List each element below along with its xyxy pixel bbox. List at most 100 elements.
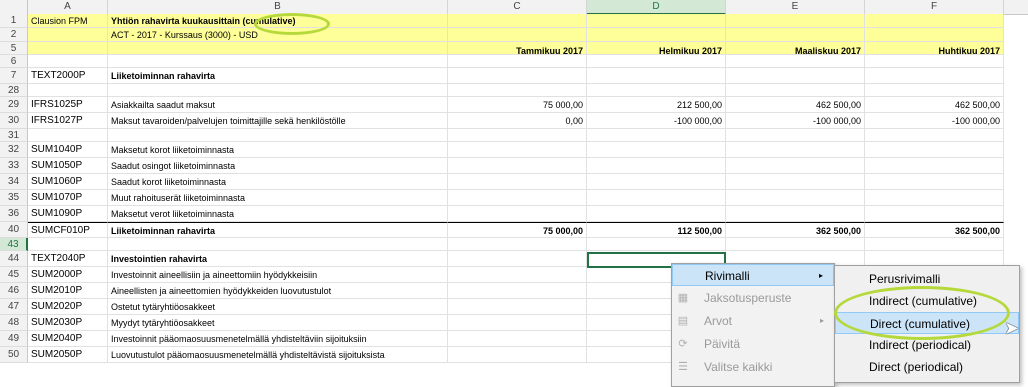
cell-e[interactable]: 362 500,00 [726, 222, 865, 238]
cell-f[interactable] [865, 55, 1004, 68]
cell-a[interactable]: SUM2000P [28, 267, 108, 283]
cell-b[interactable]: Liiketoiminnan rahavirta [108, 68, 448, 84]
cell-f[interactable]: -100 000,00 [865, 113, 1004, 129]
cell-b[interactable] [108, 129, 448, 142]
cell-e[interactable] [726, 28, 865, 42]
cell-d[interactable] [587, 238, 726, 251]
cell-f[interactable]: 362 500,00 [865, 222, 1004, 238]
column-header-d[interactable]: D [587, 0, 726, 15]
cell-e[interactable] [726, 238, 865, 251]
cell-d[interactable] [587, 28, 726, 42]
cell-a[interactable] [28, 55, 108, 68]
row-number[interactable]: 43 [0, 238, 28, 251]
cell-a[interactable]: SUM1060P [28, 174, 108, 190]
cell-e[interactable] [726, 14, 865, 28]
cell-b[interactable]: Investoinnit aineellisiin ja aineettomii… [108, 267, 448, 283]
cell-f[interactable] [865, 142, 1004, 158]
row-number[interactable]: 7 [0, 68, 28, 84]
row-number[interactable]: 50 [0, 347, 28, 363]
cell-a[interactable]: SUMCF010P [28, 222, 108, 238]
cell-f[interactable] [865, 190, 1004, 206]
cell-f[interactable] [865, 206, 1004, 222]
cell-c[interactable] [448, 129, 587, 142]
cell-c[interactable] [448, 142, 587, 158]
column-header-e[interactable]: E [726, 0, 865, 14]
row-number[interactable]: 47 [0, 299, 28, 315]
cell-b[interactable]: Myydyt tytäryhtiöosakkeet [108, 315, 448, 331]
cell-e[interactable] [726, 68, 865, 84]
cell-c[interactable]: 75 000,00 [448, 222, 587, 238]
column-header-f[interactable]: F [865, 0, 1004, 14]
cell-c[interactable] [448, 158, 587, 174]
cell-b[interactable]: Investointien rahavirta [108, 251, 448, 267]
cell-e[interactable] [726, 190, 865, 206]
row-number[interactable]: 5 [0, 42, 28, 55]
cell-e[interactable]: -100 000,00 [726, 113, 865, 129]
cell-a[interactable] [28, 129, 108, 142]
cell-c[interactable] [448, 315, 587, 331]
cell-c[interactable] [448, 251, 587, 267]
cell-a[interactable]: SUM2040P [28, 331, 108, 347]
cell-a[interactable]: SUM2010P [28, 283, 108, 299]
row-number[interactable]: 33 [0, 158, 28, 174]
cell-f[interactable]: Huhtikuu 2017 [865, 42, 1004, 55]
cell-d[interactable] [587, 84, 726, 97]
cell-a[interactable]: SUM2050P [28, 347, 108, 363]
menu-item-arvot[interactable]: ▤ Arvot ▸ [672, 310, 834, 332]
cell-f[interactable] [865, 68, 1004, 84]
cell-b[interactable]: Aineellisten ja aineettomien hyödykkeide… [108, 283, 448, 299]
cell-b[interactable]: Saadut osingot liiketoiminnasta [108, 158, 448, 174]
cell-b[interactable] [108, 42, 448, 55]
cell-d[interactable] [587, 142, 726, 158]
cell-c[interactable]: Tammikuu 2017 [448, 42, 587, 55]
cell-e[interactable] [726, 206, 865, 222]
cell-d[interactable] [587, 14, 726, 28]
cell-a[interactable] [28, 84, 108, 97]
cell-c[interactable] [448, 84, 587, 97]
cell-c[interactable] [448, 331, 587, 347]
cell-a[interactable] [28, 28, 108, 42]
cell-c[interactable] [448, 347, 587, 363]
cell-a[interactable]: SUM2030P [28, 315, 108, 331]
cell-a[interactable]: SUM1050P [28, 158, 108, 174]
cell-f[interactable] [865, 28, 1004, 42]
cell-b[interactable]: Maksut tavaroiden/palvelujen toimittajil… [108, 113, 448, 129]
row-number[interactable]: 46 [0, 283, 28, 299]
row-number[interactable]: 28 [0, 84, 28, 97]
cell-a[interactable]: SUM1040P [28, 142, 108, 158]
cell-b[interactable]: Saadut korot liiketoiminnasta [108, 174, 448, 190]
cell-d[interactable] [587, 158, 726, 174]
cell-a[interactable]: SUM1070P [28, 190, 108, 206]
cell-b[interactable] [108, 238, 448, 251]
cell-e[interactable] [726, 142, 865, 158]
cell-c[interactable] [448, 267, 587, 283]
cell-a[interactable] [28, 238, 108, 251]
menu-item-valitse-kaikki[interactable]: ☰ Valitse kaikki [672, 356, 834, 378]
cell-b[interactable] [108, 84, 448, 97]
cell-f[interactable] [865, 129, 1004, 142]
submenu-item-direct-periodical[interactable]: Direct (periodical) [835, 356, 1019, 378]
row-number[interactable]: 36 [0, 206, 28, 222]
cell-b[interactable] [108, 55, 448, 68]
cell-d[interactable]: 212 500,00 [587, 97, 726, 113]
cell-e[interactable]: Maaliskuu 2017 [726, 42, 865, 55]
cell-b[interactable]: Maksetut korot liiketoiminnasta [108, 142, 448, 158]
cell-d[interactable]: -100 000,00 [587, 113, 726, 129]
cell-d[interactable]: Helmikuu 2017 [587, 42, 726, 55]
cell-f[interactable] [865, 84, 1004, 97]
menu-item-jaksotusperuste[interactable]: ▦ Jaksotusperuste [672, 287, 834, 309]
cell-c[interactable] [448, 206, 587, 222]
cell-b[interactable]: Muut rahoituserät liiketoiminnasta [108, 190, 448, 206]
cell-a[interactable]: Clausion FPM [28, 14, 108, 28]
select-all-corner[interactable] [0, 0, 28, 14]
row-number[interactable]: 31 [0, 129, 28, 142]
cell-d[interactable] [587, 190, 726, 206]
cell-f[interactable] [865, 174, 1004, 190]
cell-d[interactable] [587, 68, 726, 84]
cell-a[interactable]: IFRS1025P [28, 97, 108, 113]
cell-c[interactable] [448, 299, 587, 315]
cell-b[interactable]: Maksetut verot liiketoiminnasta [108, 206, 448, 222]
menu-item-paivita[interactable]: ⟳ Päivitä [672, 333, 834, 355]
cell-e[interactable] [726, 158, 865, 174]
cell-a[interactable]: SUM1090P [28, 206, 108, 222]
